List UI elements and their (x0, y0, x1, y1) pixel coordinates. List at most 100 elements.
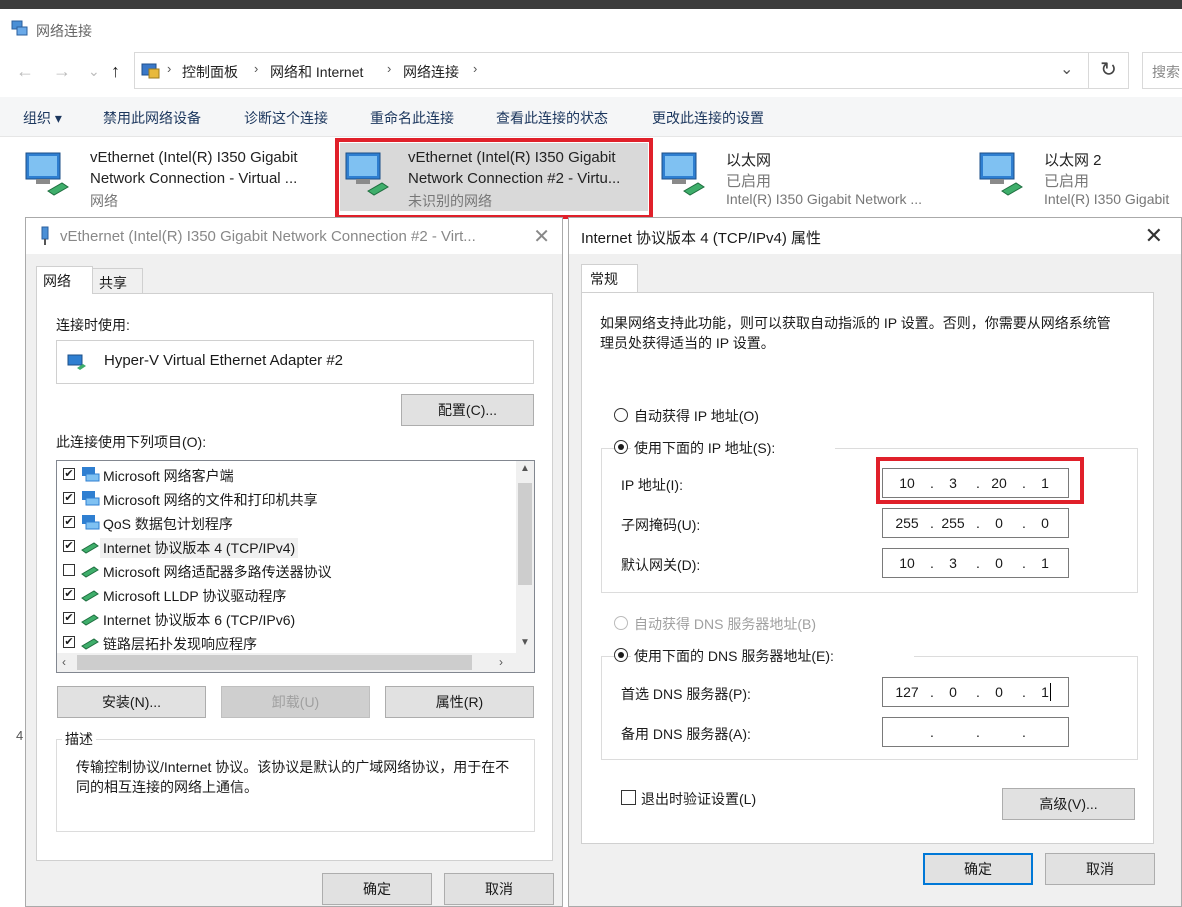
item-checkbox[interactable]: ✔ (63, 468, 75, 480)
recent-locations-button[interactable]: ⌄ (88, 63, 100, 80)
horizontal-scrollbar[interactable]: ‹ › (57, 653, 517, 672)
organize-menu[interactable]: 组织 ▾ (23, 108, 62, 128)
validate-label: 退出时验证设置(L) (641, 791, 757, 807)
auto-ip-radio[interactable] (614, 408, 628, 422)
list-item[interactable]: Microsoft 网络适配器多路传送器协议 (63, 559, 515, 581)
item-label: Microsoft LLDP 协议驱动程序 (103, 588, 287, 604)
manual-ip-radio[interactable] (614, 440, 628, 454)
rename-command[interactable]: 重命名此连接 (370, 108, 454, 128)
octet-dot: . (930, 684, 934, 700)
list-item[interactable]: ✔ QoS 数据包计划程序 (63, 511, 515, 533)
ok-button[interactable]: 确定 (923, 853, 1033, 885)
list-item[interactable]: ✔ Microsoft 网络客户端 (63, 463, 515, 485)
adapter-status: 已启用 (726, 173, 772, 190)
adapter-name: 以太网 (726, 152, 772, 169)
subnet-mask-input[interactable]: 255 . 255 . 0 . 0 (882, 508, 1069, 538)
close-button[interactable]: ✕ (533, 224, 550, 249)
alternate-dns-input[interactable]: . . . (882, 717, 1069, 747)
octet-dot: . (976, 724, 980, 740)
item-checkbox[interactable]: ✔ (63, 612, 75, 624)
view-status-command[interactable]: 查看此连接的状态 (496, 108, 608, 128)
item-checkbox[interactable]: ✔ (63, 540, 75, 552)
scroll-up-icon[interactable]: ▲ (520, 463, 530, 474)
ip-octet: 0 (1041, 515, 1049, 531)
alternate-dns-label: 备用 DNS 服务器(A): (621, 726, 751, 742)
protocol-icon (81, 590, 99, 602)
item-label: Microsoft 网络适配器多路传送器协议 (103, 564, 332, 580)
install-button[interactable]: 安装(N)... (57, 686, 206, 718)
scroll-down-icon[interactable]: ▼ (520, 637, 530, 648)
chevron-down-icon[interactable]: ⌄ (1060, 59, 1073, 79)
list-item[interactable]: ✔ Microsoft 网络的文件和打印机共享 (63, 487, 515, 509)
network-folder-icon (11, 20, 28, 36)
advanced-button[interactable]: 高级(V)... (1002, 788, 1135, 820)
close-button[interactable]: ✕ (1145, 223, 1163, 249)
item-checkbox[interactable]: ✔ (63, 516, 75, 528)
list-item-selected[interactable]: ✔ Internet 协议版本 4 (TCP/IPv4) (63, 535, 515, 558)
ip-octet: 3 (949, 555, 957, 571)
item-label: Internet 协议版本 4 (TCP/IPv4) (100, 538, 299, 558)
adapter-properties-dialog: vEthernet (Intel(R) I350 Gigabit Network… (25, 217, 563, 907)
item-checkbox[interactable]: ✔ (63, 588, 75, 600)
up-button[interactable]: ↑ (111, 61, 120, 82)
ok-button[interactable]: 确定 (322, 873, 432, 905)
connect-using-label: 连接时使用: (56, 317, 130, 333)
highlight-annotation (335, 138, 653, 219)
item-label: QoS 数据包计划程序 (103, 516, 233, 532)
forward-button[interactable]: → (53, 61, 71, 82)
scroll-thumb[interactable] (518, 483, 532, 585)
address-bar[interactable]: › 控制面板 › 网络和 Internet › 网络连接 › ⌄ (134, 52, 1089, 89)
manual-ip-label: 使用下面的 IP 地址(S): (631, 438, 836, 458)
item-checkbox[interactable] (63, 564, 75, 576)
network-adapter-icon (979, 152, 1023, 196)
breadcrumb-network-connections[interactable]: 网络连接 (403, 62, 459, 82)
adapter-item[interactable]: vEthernet (Intel(R) I350 Gigabit Network… (22, 143, 322, 211)
octet-dot: . (930, 515, 934, 531)
cancel-button[interactable]: 取消 (1045, 853, 1155, 885)
validate-checkbox[interactable] (621, 790, 636, 805)
window-titlebar: 网络连接 (0, 9, 1182, 49)
auto-dns-radio[interactable] (614, 616, 628, 630)
list-item[interactable]: ✔ Microsoft LLDP 协议驱动程序 (63, 583, 515, 605)
adapter-item[interactable]: 以太网 2 已启用 Intel(R) I350 Gigabit (976, 143, 1182, 211)
vertical-scrollbar[interactable]: ▲ ▼ (516, 461, 534, 653)
cancel-button[interactable]: 取消 (444, 873, 554, 905)
breadcrumb-separator: › (473, 61, 478, 76)
scroll-left-icon[interactable]: ‹ (62, 655, 66, 669)
gateway-input[interactable]: 10 . 3 . 0 . 1 (882, 548, 1069, 578)
change-settings-command[interactable]: 更改此连接的设置 (652, 108, 764, 128)
window-title: 网络连接 (36, 23, 92, 39)
adapter-plug-icon (41, 226, 49, 245)
octet-dot: . (1022, 555, 1026, 571)
item-checkbox[interactable]: ✔ (63, 492, 75, 504)
tab-general[interactable]: 常规 (581, 264, 638, 292)
adapter-device: Intel(R) I350 Gigabit Network ... (726, 191, 923, 207)
network-client-icon (82, 467, 100, 482)
list-item[interactable]: ✔ Internet 协议版本 6 (TCP/IPv6) (63, 607, 515, 629)
item-label: Microsoft 网络客户端 (103, 468, 234, 484)
adapter-item[interactable]: 以太网 已启用 Intel(R) I350 Gigabit Network ..… (658, 143, 968, 211)
item-checkbox[interactable]: ✔ (63, 636, 75, 648)
search-input[interactable]: 搜索 (1142, 52, 1182, 89)
refresh-button[interactable]: ↻ (1089, 52, 1129, 89)
tab-sharing[interactable]: 共享 (92, 268, 143, 294)
properties-button[interactable]: 属性(R) (385, 686, 534, 718)
ip-octet: 0 (995, 555, 1003, 571)
scroll-right-icon[interactable]: › (499, 655, 503, 669)
diagnose-command[interactable]: 诊断这个连接 (244, 108, 328, 128)
disable-device-command[interactable]: 禁用此网络设备 (103, 108, 201, 128)
configure-button[interactable]: 配置(C)... (401, 394, 534, 426)
breadcrumb-network-internet[interactable]: 网络和 Internet (270, 62, 363, 82)
item-label: 链路层拓扑发现响应程序 (103, 636, 257, 652)
back-button[interactable]: ← (16, 61, 34, 82)
tab-network[interactable]: 网络 (36, 266, 93, 294)
description-label: 描述 (62, 729, 96, 749)
scroll-thumb[interactable] (77, 655, 472, 670)
breadcrumb-control-panel[interactable]: 控制面板 (182, 62, 238, 82)
list-item[interactable]: ✔ 链路层拓扑发现响应程序 (63, 631, 515, 653)
uninstall-button[interactable]: 卸载(U) (221, 686, 370, 718)
dialog-title: vEthernet (Intel(R) I350 Gigabit Network… (60, 228, 476, 245)
connection-items-list[interactable]: ✔ Microsoft 网络客户端 ✔ Microsoft 网络的文件和打印机共… (56, 460, 535, 673)
preferred-dns-input[interactable]: 127 . 0 . 0 . 1 (882, 677, 1069, 707)
manual-dns-radio[interactable] (614, 648, 628, 662)
